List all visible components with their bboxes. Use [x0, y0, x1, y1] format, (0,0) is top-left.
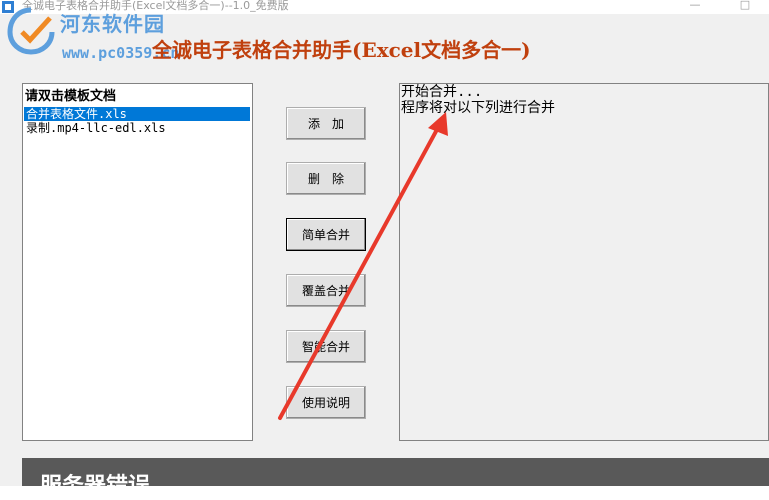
annotation-arrow-icon [278, 112, 448, 420]
